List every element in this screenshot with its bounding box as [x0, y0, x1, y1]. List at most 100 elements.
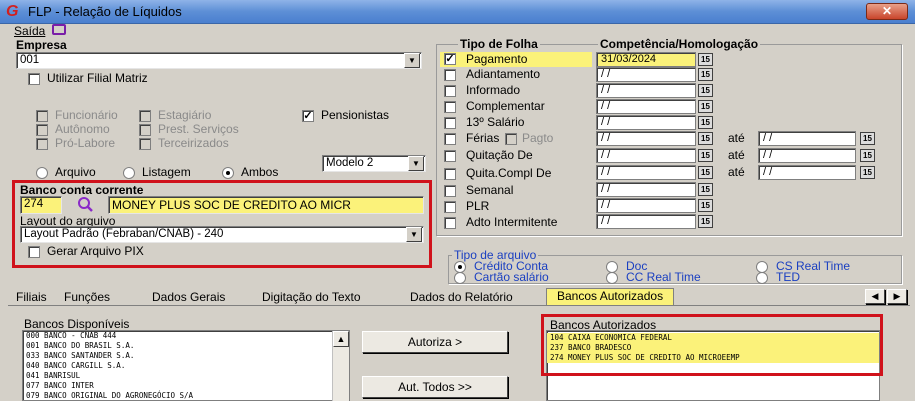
- competencia-header: Competência/Homologação: [598, 37, 761, 51]
- utilizar-filial-checkbox[interactable]: [28, 73, 40, 85]
- adto-intermitente-checkbox[interactable]: [444, 217, 456, 229]
- bancos-disponiveis-label: Bancos Disponíveis: [24, 317, 130, 331]
- arquivo-radio[interactable]: [36, 167, 48, 179]
- pensionistas-label: Pensionistas: [321, 108, 390, 122]
- pro-labore-label: Pró-Labore: [55, 136, 116, 150]
- funcionario-checkbox[interactable]: [36, 110, 48, 122]
- tab-digitacao-texto[interactable]: Digitação do Texto: [262, 290, 361, 306]
- list-item[interactable]: 040 BANCO CARGILL S.A.: [23, 361, 349, 371]
- ted-radio[interactable]: [756, 272, 768, 284]
- empresa-select[interactable]: 001: [16, 52, 422, 69]
- bancos-disponiveis-list[interactable]: 000 BANCO - CNAB 444 001 BANCO DO BRASIL…: [22, 330, 350, 401]
- calendar-icon[interactable]: 15: [698, 199, 713, 212]
- complementar-date[interactable]: / /: [596, 99, 696, 114]
- tab-scroll-left-button[interactable]: ◀: [865, 289, 885, 304]
- calendar-icon[interactable]: 15: [860, 166, 875, 179]
- empresa-label: Empresa: [16, 38, 67, 52]
- decimo-terceiro-date[interactable]: / /: [596, 115, 696, 130]
- ferias-ate-date[interactable]: / /: [758, 131, 856, 146]
- listagem-radio[interactable]: [123, 167, 135, 179]
- quita-compl-checkbox[interactable]: [444, 168, 456, 180]
- banco-code-input[interactable]: 274: [20, 196, 62, 214]
- tab-bancos-autorizados[interactable]: Bancos Autorizados: [546, 288, 675, 305]
- calendar-icon[interactable]: 15: [698, 183, 713, 196]
- tab-scroll-right-button[interactable]: ▶: [887, 289, 907, 304]
- search-icon[interactable]: [70, 196, 104, 214]
- decimo-terceiro-checkbox[interactable]: [444, 117, 456, 129]
- layout-dropdown-button[interactable]: ▼: [406, 227, 422, 242]
- pagto-checkbox[interactable]: [505, 133, 517, 145]
- calendar-icon[interactable]: 15: [698, 166, 713, 179]
- pagamento-date[interactable]: 31/03/2024: [596, 52, 696, 67]
- pensionistas-checkbox[interactable]: ✓: [302, 110, 314, 122]
- calendar-icon[interactable]: 15: [698, 149, 713, 162]
- list-item[interactable]: 041 BANRISUL: [23, 371, 349, 381]
- prest-servicos-checkbox[interactable]: [139, 124, 151, 136]
- banco-code-value: 274: [24, 198, 44, 210]
- terceirizados-checkbox[interactable]: [139, 138, 151, 150]
- calendar-icon[interactable]: 15: [698, 116, 713, 129]
- adiantamento-checkbox[interactable]: [444, 69, 456, 81]
- autoriza-button[interactable]: Autoriza >: [362, 331, 508, 353]
- cc-real-time-label: CC Real Time: [626, 270, 701, 284]
- empresa-dropdown-button[interactable]: ▼: [404, 53, 420, 68]
- tab-filiais[interactable]: Filiais: [16, 290, 47, 306]
- cc-real-time-radio[interactable]: [606, 272, 618, 284]
- scroll-up-icon[interactable]: ▲: [333, 331, 349, 347]
- estagiario-checkbox[interactable]: [139, 110, 151, 122]
- quitacao-ate-label: até: [728, 148, 745, 162]
- calendar-icon[interactable]: 15: [698, 53, 713, 66]
- modelo-dropdown-button[interactable]: ▼: [408, 156, 424, 171]
- list-item[interactable]: 033 BANCO SANTANDER S.A.: [23, 351, 349, 361]
- tab-dados-gerais[interactable]: Dados Gerais: [152, 290, 225, 306]
- close-button[interactable]: ✕: [866, 3, 908, 20]
- quitacao-date[interactable]: / /: [596, 148, 696, 163]
- layout-select[interactable]: Layout Padrão (Febraban/CNAB) - 240: [20, 226, 424, 243]
- ferias-date[interactable]: / /: [596, 131, 696, 146]
- plr-checkbox[interactable]: [444, 201, 456, 213]
- monitor-icon[interactable]: [52, 24, 66, 35]
- cartao-salario-radio[interactable]: [454, 272, 466, 284]
- calendar-icon[interactable]: 15: [698, 100, 713, 113]
- ferias-checkbox[interactable]: [444, 133, 456, 145]
- complementar-checkbox[interactable]: [444, 101, 456, 113]
- quitacao-ate-date[interactable]: / /: [758, 148, 856, 163]
- calendar-icon[interactable]: 15: [698, 84, 713, 97]
- ferias-label: Férias: [466, 131, 500, 145]
- gerar-pix-checkbox[interactable]: [28, 246, 40, 258]
- quita-compl-ate-date[interactable]: / /: [758, 165, 856, 180]
- tab-dados-relatorio[interactable]: Dados do Relatório: [410, 290, 513, 306]
- quita-compl-date[interactable]: / /: [596, 165, 696, 180]
- semanal-checkbox[interactable]: [444, 185, 456, 197]
- list-item[interactable]: 079 BANCO ORIGINAL DO AGRONEGÓCIO S/A: [23, 391, 349, 400]
- pagamento-label: Pagamento: [466, 52, 528, 66]
- plr-date[interactable]: / /: [596, 198, 696, 213]
- quitacao-checkbox[interactable]: [444, 150, 456, 162]
- pagamento-checkbox[interactable]: ✓: [444, 53, 456, 65]
- title-bar: G FLP - Relação de Líquidos ✕: [0, 0, 915, 24]
- aut-todos-button[interactable]: Aut. Todos >>: [362, 376, 508, 398]
- semanal-date[interactable]: / /: [596, 182, 696, 197]
- autonomo-checkbox[interactable]: [36, 124, 48, 136]
- tab-funcoes[interactable]: Funções: [64, 290, 110, 306]
- calendar-icon[interactable]: 15: [698, 68, 713, 81]
- app-logo-icon: G: [6, 3, 19, 20]
- list-item[interactable]: 001 BANCO DO BRASIL S.A.: [23, 341, 349, 351]
- quita-compl-label: Quita.Compl De: [466, 166, 552, 180]
- ambos-radio[interactable]: [222, 167, 234, 179]
- adto-intermitente-date[interactable]: / /: [596, 214, 696, 229]
- list-item[interactable]: 000 BANCO - CNAB 444: [23, 331, 349, 341]
- calendar-icon[interactable]: 15: [698, 215, 713, 228]
- informado-label: Informado: [466, 83, 521, 97]
- list-item[interactable]: 077 BANCO INTER: [23, 381, 349, 391]
- list-scrollbar[interactable]: ▲: [332, 331, 349, 401]
- calendar-icon[interactable]: 15: [860, 149, 875, 162]
- calendar-icon[interactable]: 15: [698, 132, 713, 145]
- adiantamento-date[interactable]: / /: [596, 67, 696, 82]
- informado-checkbox[interactable]: [444, 85, 456, 97]
- calendar-icon[interactable]: 15: [860, 132, 875, 145]
- pro-labore-checkbox[interactable]: [36, 138, 48, 150]
- menu-saida[interactable]: Saída: [14, 24, 45, 38]
- empresa-value: 001: [20, 54, 40, 66]
- informado-date[interactable]: / /: [596, 83, 696, 98]
